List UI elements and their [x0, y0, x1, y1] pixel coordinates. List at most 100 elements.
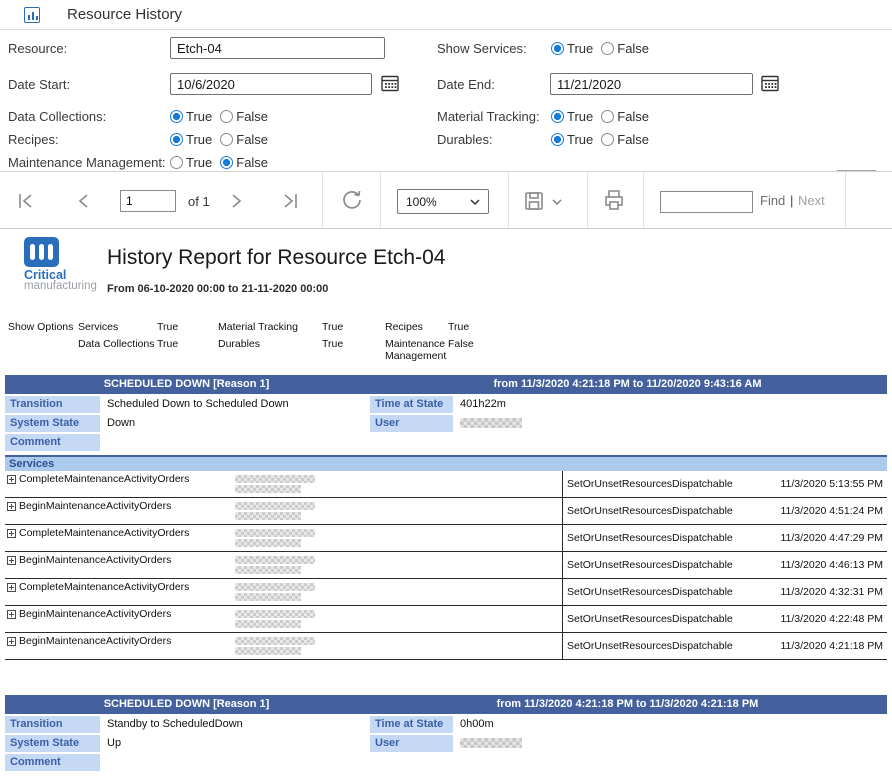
recipes-radio-group: True False: [170, 131, 276, 147]
show-services-label: Show Services:: [437, 41, 527, 56]
find-link[interactable]: Find: [760, 193, 785, 208]
expand-icon[interactable]: [7, 583, 16, 592]
show-option-name: Durables: [218, 338, 260, 350]
last-page-button[interactable]: [280, 192, 300, 210]
system-state-value: Up: [102, 735, 368, 752]
first-page-button[interactable]: [16, 192, 36, 210]
redacted-detail-block: [230, 606, 562, 632]
refresh-button[interactable]: [341, 189, 363, 211]
recipes-false-radio[interactable]: [220, 133, 233, 146]
material-tracking-true-radio[interactable]: [551, 110, 564, 123]
material-tracking-false-radio[interactable]: [601, 110, 614, 123]
expand-icon[interactable]: [7, 502, 16, 511]
expand-icon[interactable]: [7, 556, 16, 565]
transition-label: Transition: [5, 716, 100, 733]
service-timestamp: 11/3/2020 5:13:55 PM: [758, 471, 887, 497]
previous-page-button[interactable]: [76, 192, 92, 210]
service-order-name: BeginMaintenanceActivityOrders: [19, 609, 171, 620]
first-page-icon: [16, 192, 36, 210]
recipes-label: Recipes:: [8, 132, 59, 147]
table-row: System State Down User: [5, 415, 887, 432]
show-option-value: True: [322, 321, 343, 333]
durables-label: Durables:: [437, 132, 493, 147]
service-row: CompleteMaintenanceActivityOrders SetOrU…: [5, 471, 887, 498]
redacted-detail-block: [230, 579, 562, 605]
maintenance-management-true-radio[interactable]: [170, 156, 183, 169]
print-icon: [602, 188, 626, 212]
toolbar-divider: [643, 172, 644, 228]
system-state-label: System State: [5, 735, 100, 752]
service-name: SetOrUnsetResourcesDispatchable: [562, 498, 758, 524]
find-input[interactable]: [660, 191, 753, 213]
find-next-separator: |: [790, 193, 793, 208]
time-at-state-label: Time at State: [370, 396, 453, 413]
services-section-header: Services: [5, 455, 887, 471]
zoom-value: 100%: [406, 195, 437, 209]
refresh-icon: [341, 189, 363, 211]
date-start-input[interactable]: [170, 73, 372, 95]
show-option-name: Material Tracking: [218, 321, 298, 333]
app-header: Resource History: [0, 0, 892, 30]
toolbar-divider: [380, 172, 381, 228]
redacted-detail-block: [230, 552, 562, 578]
show-option-name: Data Collections: [78, 338, 154, 350]
resource-input[interactable]: [170, 37, 385, 59]
zoom-select[interactable]: 100%: [397, 189, 489, 214]
service-timestamp: 11/3/2020 4:51:24 PM: [758, 498, 887, 524]
service-timestamp: 11/3/2020 4:32:31 PM: [758, 579, 887, 605]
page-number-input[interactable]: [120, 190, 176, 212]
print-button[interactable]: [602, 188, 626, 212]
data-collections-false-radio[interactable]: [220, 110, 233, 123]
calendar-icon: [380, 73, 400, 93]
expand-icon[interactable]: [7, 610, 16, 619]
resource-history-window: Resource History Resource: Show Services…: [0, 0, 892, 782]
service-order-name: BeginMaintenanceActivityOrders: [19, 501, 171, 512]
user-value: [455, 735, 887, 752]
maintenance-management-false-radio[interactable]: [220, 156, 233, 169]
service-timestamp: 11/3/2020 4:46:13 PM: [758, 552, 887, 578]
durables-false-radio[interactable]: [601, 133, 614, 146]
transition-value: Standby to ScheduledDown: [102, 716, 368, 733]
bar-chart-icon: [24, 7, 40, 23]
expand-icon[interactable]: [7, 475, 16, 484]
find-next-link[interactable]: Next: [798, 193, 825, 208]
show-option-value: True: [157, 338, 178, 350]
date-end-input[interactable]: [550, 73, 753, 95]
transition-label: Transition: [5, 396, 100, 413]
service-row: CompleteMaintenanceActivityOrders SetOrU…: [5, 579, 887, 606]
toolbar-divider: [845, 172, 846, 228]
comment-label: Comment: [5, 434, 100, 451]
show-option-value: False: [448, 338, 474, 350]
system-state-value: Down: [102, 415, 368, 432]
state-title: SCHEDULED DOWN [Reason 1]: [5, 695, 368, 714]
expand-icon[interactable]: [7, 529, 16, 538]
state-title: SCHEDULED DOWN [Reason 1]: [5, 375, 368, 394]
next-page-button[interactable]: [228, 192, 244, 210]
show-option-name: Maintenance Management: [385, 338, 457, 362]
export-dropdown-button[interactable]: [551, 198, 563, 206]
recipes-true-radio[interactable]: [170, 133, 183, 146]
date-start-calendar-button[interactable]: [379, 73, 401, 95]
data-collections-true-radio[interactable]: [170, 110, 183, 123]
comment-value: [102, 434, 887, 451]
service-timestamp: 11/3/2020 4:22:48 PM: [758, 606, 887, 632]
service-name: SetOrUnsetResourcesDispatchable: [562, 552, 758, 578]
report-toolbar: of 1 100% Find | Next: [0, 171, 892, 229]
show-option-value: True: [322, 338, 343, 350]
state-block-header: SCHEDULED DOWN [Reason 1] from 11/3/2020…: [5, 695, 887, 714]
service-row: BeginMaintenanceActivityOrders SetOrUnse…: [5, 606, 887, 633]
export-button[interactable]: [523, 190, 545, 212]
chevron-down-icon: [551, 198, 563, 206]
expand-icon[interactable]: [7, 637, 16, 646]
service-order-name: CompleteMaintenanceActivityOrders: [19, 528, 189, 539]
toolbar-divider: [508, 172, 509, 228]
date-end-calendar-button[interactable]: [759, 73, 781, 95]
service-row: BeginMaintenanceActivityOrders SetOrUnse…: [5, 498, 887, 525]
show-services-false-radio[interactable]: [601, 42, 614, 55]
durables-true-radio[interactable]: [551, 133, 564, 146]
save-icon: [523, 190, 545, 212]
redacted-user-name: [460, 738, 522, 748]
show-services-true-radio[interactable]: [551, 42, 564, 55]
resource-label: Resource:: [8, 41, 67, 56]
redacted-detail-block: [230, 498, 562, 524]
